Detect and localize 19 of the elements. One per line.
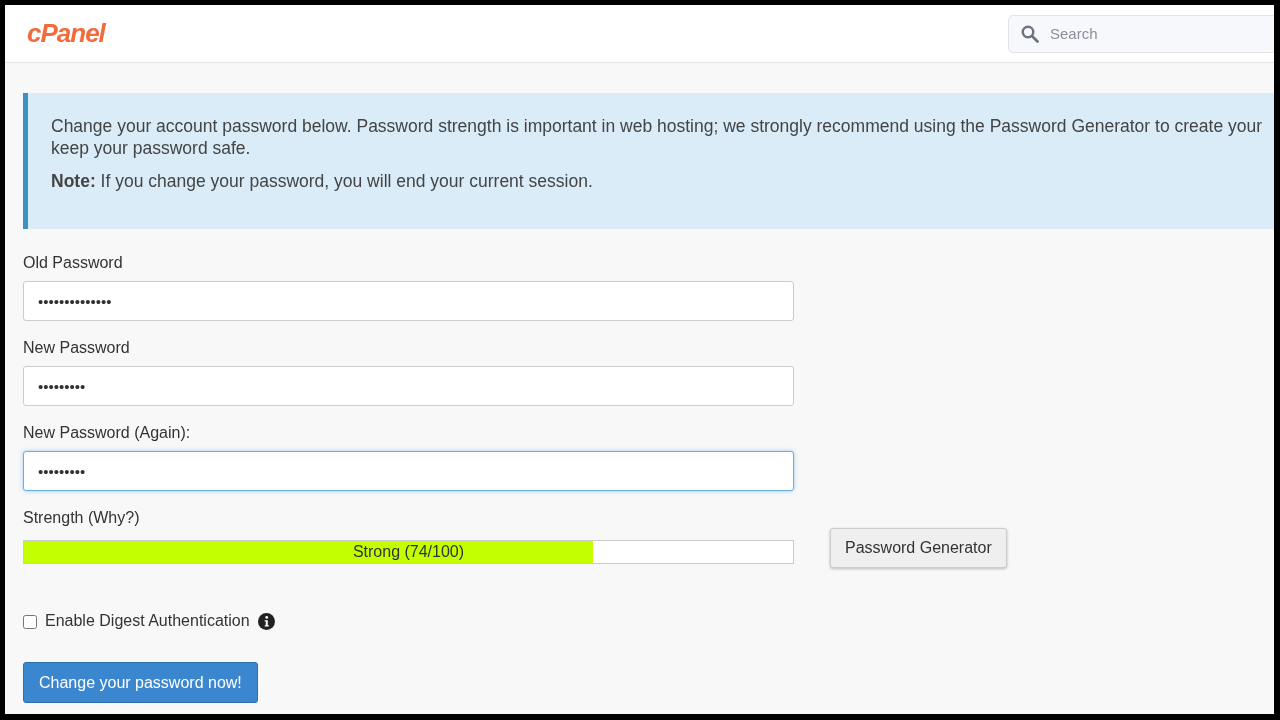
info-icon (257, 612, 275, 630)
note-text: Note: If you change your password, you will end your current session. (51, 171, 593, 192)
field-label: New Password (Again): (23, 424, 191, 442)
strength-label: Strength (Why?) (23, 509, 140, 527)
field-label: Old Password (23, 254, 123, 272)
field-label: New Password (23, 339, 130, 357)
search-field[interactable]: Search (1008, 14, 1274, 53)
checkbox-label: Enable Digest Authentication (45, 612, 250, 630)
strength-reading: Strong (74/100) (352, 543, 465, 561)
password-field[interactable]: ••••••••• (23, 366, 794, 406)
password-generator-button[interactable]: Password Generator (830, 528, 1007, 568)
info-text: keep your password safe. (51, 137, 251, 159)
password-field[interactable]: ••••••••• (23, 451, 794, 491)
digest-checkbox[interactable] (23, 615, 37, 629)
info-text: Change your account password below. Password strength is important in web hosting; we strongly recommend using the Password Generator to create your (51, 115, 1263, 137)
search-icon (1021, 24, 1039, 43)
logo: cPanel (27, 18, 105, 49)
password-field[interactable]: •••••••••••••• (23, 281, 794, 321)
change-password-button[interactable]: Change your password now! (23, 662, 258, 703)
